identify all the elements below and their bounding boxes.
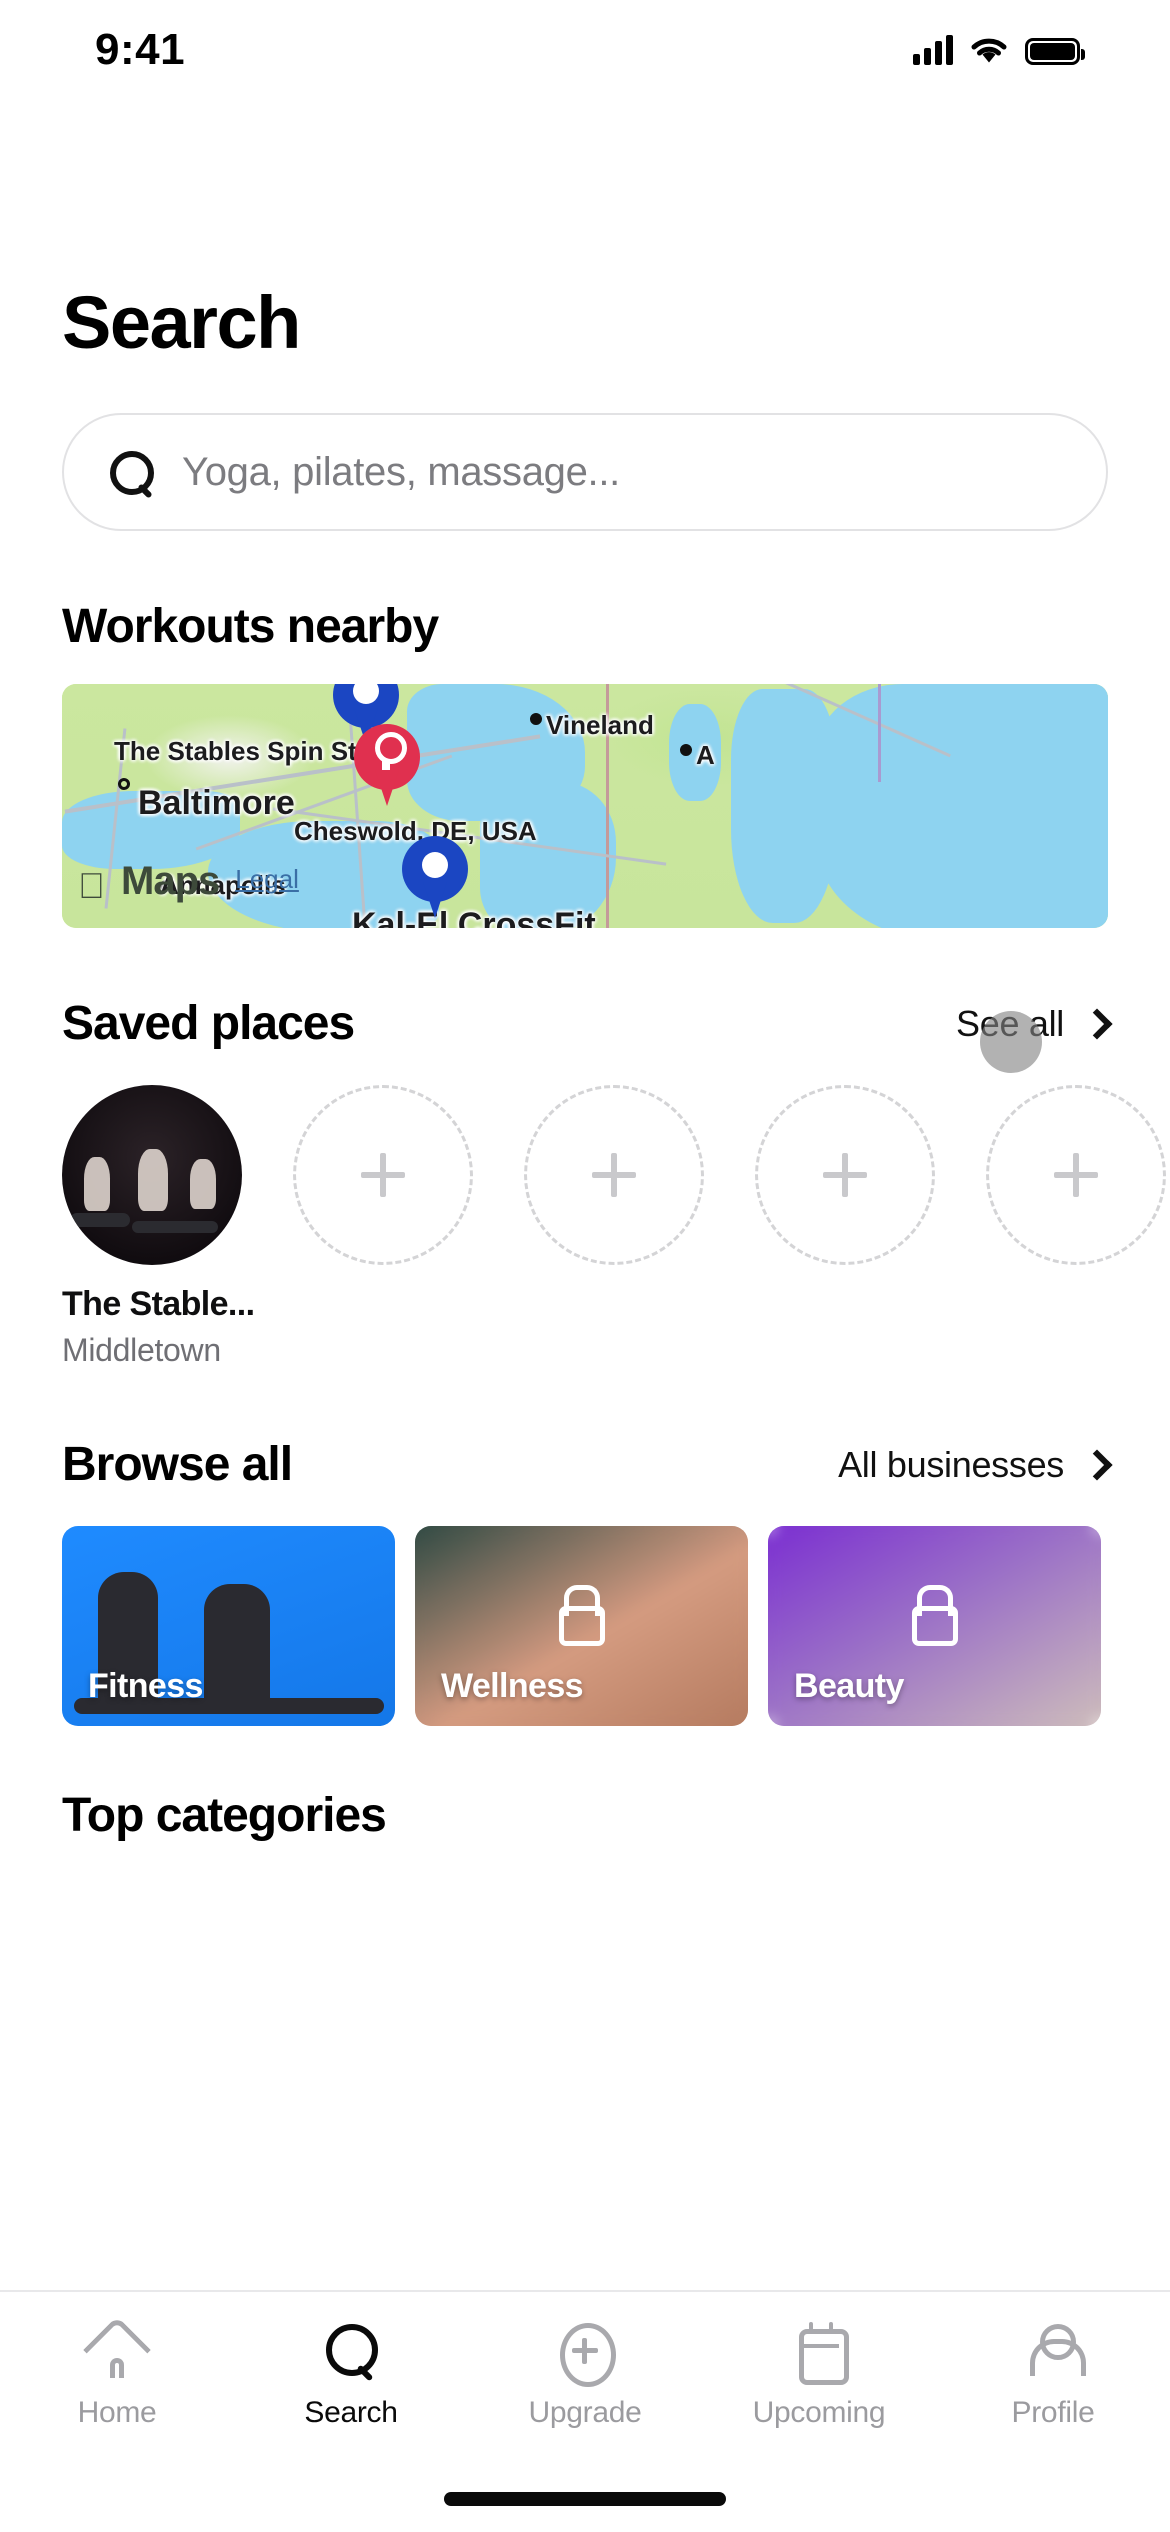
chevron-right-icon: [1081, 1448, 1113, 1481]
category-label: Beauty: [794, 1667, 904, 1705]
page-title: Search: [62, 281, 301, 364]
search-placeholder: Yoga, pilates, massage...: [182, 449, 620, 494]
top-categories-title: Top categories: [62, 1789, 387, 1842]
plus-icon: [823, 1153, 867, 1197]
tab-label: Upgrade: [528, 2396, 642, 2429]
status-bar-time: 9:41: [95, 25, 186, 74]
map-city-dot: [530, 713, 542, 725]
browse-all-header: Browse all All businesses: [62, 1437, 1113, 1492]
plus-icon: [1054, 1153, 1098, 1197]
category-card-fitness[interactable]: Fitness: [62, 1526, 395, 1726]
tap-indicator: [980, 1010, 1043, 1073]
scroll-content[interactable]: Search Yoga, pilates, massage... Workout…: [0, 100, 1170, 2390]
plus-circle-icon: [556, 2322, 616, 2387]
maps-wordmark: Maps: [94, 859, 220, 903]
tab-label: Profile: [1011, 2396, 1095, 2429]
lock-icon: [911, 1606, 958, 1646]
status-bar: 9:41: [0, 0, 1170, 100]
calendar-icon: [790, 2322, 849, 2385]
list-item[interactable]: The Stable... Middletown: [62, 1085, 255, 1369]
search-icon: [108, 449, 154, 495]
plus-icon: [361, 1153, 405, 1197]
cellular-signal-icon: [913, 35, 953, 65]
map-label-a: A: [696, 740, 715, 770]
browse-all-title: Browse all: [62, 1438, 293, 1491]
battery-icon: [1025, 38, 1085, 65]
add-saved-place-button[interactable]: [293, 1085, 473, 1265]
tab-upgrade[interactable]: Upgrade: [468, 2322, 702, 2430]
tab-search[interactable]: Search: [234, 2322, 468, 2430]
map-pin-kal-el-crossfit[interactable]: [402, 836, 468, 920]
map-road: [877, 684, 881, 782]
saved-place-location: Middletown: [62, 1332, 221, 1368]
add-saved-place-button[interactable]: [986, 1085, 1166, 1265]
saved-places-header: Saved places See all: [62, 996, 1113, 1073]
map-label-baltimore: Baltimore: [138, 784, 295, 822]
all-businesses-button[interactable]: All businesses: [838, 1443, 1113, 1486]
tab-label: Home: [77, 2396, 157, 2429]
home-indicator[interactable]: [444, 2492, 726, 2506]
add-saved-place-button[interactable]: [524, 1085, 704, 1265]
workouts-nearby-title: Workouts nearby: [62, 600, 439, 653]
category-card-wellness[interactable]: Wellness: [415, 1526, 748, 1726]
saved-place-photo: [62, 1085, 242, 1265]
add-saved-place-button[interactable]: [755, 1085, 935, 1265]
map-card[interactable]: The Stables Spin Studio Baltimore Cheswo…: [62, 684, 1108, 928]
all-businesses-label: All businesses: [838, 1443, 1064, 1485]
apple-logo-icon: : [78, 868, 105, 904]
tab-upcoming[interactable]: Upcoming: [702, 2322, 936, 2430]
category-label: Wellness: [441, 1667, 584, 1705]
saved-place-name: The Stable...: [62, 1285, 255, 1323]
tab-label: Search: [304, 2396, 398, 2429]
tab-bar: Home Search Upgrade Upcoming Profile: [0, 2290, 1170, 2532]
map-label-vineland: Vineland: [546, 710, 654, 740]
saved-places-see-all-button[interactable]: See all: [956, 1003, 1113, 1073]
map-legal-link[interactable]: Legal: [235, 864, 299, 895]
workouts-nearby-header: Workouts nearby: [62, 599, 1108, 654]
chevron-right-icon: [1081, 1007, 1113, 1040]
search-icon: [322, 2322, 380, 2380]
category-label: Fitness: [88, 1667, 203, 1705]
map-city-dot: [680, 744, 692, 756]
tab-label: Upcoming: [752, 2396, 886, 2429]
saved-places-list[interactable]: The Stable... Middletown: [62, 1085, 1166, 1369]
home-icon: [83, 2316, 151, 2384]
category-card-beauty[interactable]: Beauty: [768, 1526, 1101, 1726]
status-bar-indicators: [913, 35, 1085, 65]
plus-icon: [592, 1153, 636, 1197]
person-icon: [1024, 2322, 1086, 2380]
map-city-dot: [118, 778, 130, 790]
tab-home[interactable]: Home: [0, 2316, 234, 2430]
map-attribution:  Maps Legal: [78, 859, 299, 904]
lock-icon: [558, 1606, 605, 1646]
browse-all-cards[interactable]: Fitness Wellness Beauty: [62, 1526, 1108, 1726]
map-water: [815, 684, 1108, 928]
saved-places-title: Saved places: [62, 997, 355, 1050]
tab-profile[interactable]: Profile: [936, 2322, 1170, 2430]
search-input[interactable]: Yoga, pilates, massage...: [62, 413, 1108, 531]
wifi-icon: [970, 37, 1008, 65]
map-label-kal-el-crossfit: Kal-El CrossFit: [352, 906, 596, 928]
map-pin-selected[interactable]: [354, 724, 420, 808]
